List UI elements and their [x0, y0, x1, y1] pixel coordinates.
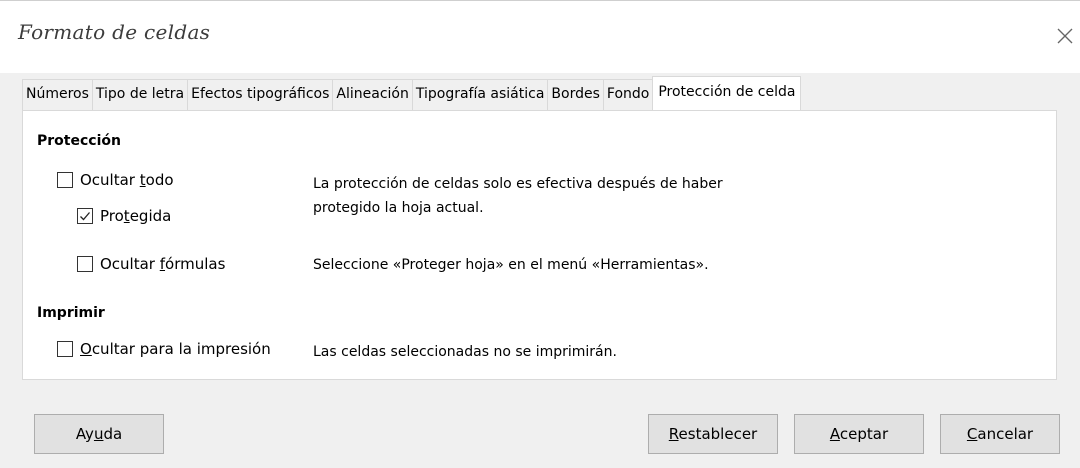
title-bar: Formato de celdas [0, 0, 1080, 73]
dialog-title: Formato de celdas [18, 20, 211, 44]
tab-fondo[interactable]: Fondo [602, 79, 654, 110]
tab-panel-proteccion: Protección Ocultar todo Protegida Oculta… [22, 110, 1057, 380]
protection-description-line3: Seleccione «Proteger hoja» en el menú «H… [313, 257, 709, 273]
hide-all-checkbox[interactable] [57, 172, 73, 188]
tab-tipo-de-letra[interactable]: Tipo de letra [91, 79, 189, 110]
hide-print-checkbox-row[interactable]: Ocultar para la impresión [57, 340, 271, 358]
tab-proteccion-de-celda[interactable]: Protección de celda [652, 76, 802, 110]
reset-button[interactable]: Restablecer [648, 414, 778, 454]
hide-print-label: Ocultar para la impresión [80, 340, 271, 358]
ok-button-label: Aceptar [829, 425, 889, 443]
tab-alineacion[interactable]: Alineación [332, 79, 413, 110]
reset-button-label: Restablecer [668, 425, 758, 443]
protected-label: Protegida [100, 207, 172, 225]
hide-formulas-checkbox[interactable] [77, 256, 93, 272]
tab-tipografia-asiatica[interactable]: Tipografía asiática [411, 79, 549, 110]
hide-formulas-checkbox-row[interactable]: Ocultar fórmulas [77, 255, 225, 273]
close-button[interactable] [1050, 21, 1080, 51]
format-cells-dialog: Formato de celdas Números Tipo de letra … [0, 0, 1080, 468]
ok-button[interactable]: Aceptar [794, 414, 924, 454]
cancel-button[interactable]: Cancelar [940, 414, 1060, 454]
protected-checkbox-row[interactable]: Protegida [77, 207, 171, 225]
checkmark-icon [80, 212, 90, 221]
print-section-title: Imprimir [37, 305, 105, 321]
tab-bordes[interactable]: Bordes [547, 79, 604, 110]
help-button-label: Ayuda [75, 425, 123, 443]
protection-description-line1: La protección de celdas solo es efectiva… [313, 176, 723, 192]
help-button[interactable]: Ayuda [34, 414, 164, 454]
cancel-button-label: Cancelar [966, 425, 1034, 443]
hide-formulas-label: Ocultar fórmulas [100, 255, 226, 273]
close-icon [1057, 28, 1073, 44]
tab-numeros[interactable]: Números [22, 79, 93, 110]
tab-efectos-tipograficos[interactable]: Efectos tipográficos [187, 79, 334, 110]
tab-bar: Números Tipo de letra Efectos tipográfic… [22, 76, 802, 110]
hide-all-label: Ocultar todo [80, 171, 174, 189]
protection-description-line2: protegido la hoja actual. [313, 200, 484, 216]
print-description: Las celdas seleccionadas no se imprimirá… [313, 344, 617, 360]
hide-print-checkbox[interactable] [57, 341, 73, 357]
hide-all-checkbox-row[interactable]: Ocultar todo [57, 171, 174, 189]
protection-section-title: Protección [37, 133, 121, 149]
protected-checkbox[interactable] [77, 208, 93, 224]
